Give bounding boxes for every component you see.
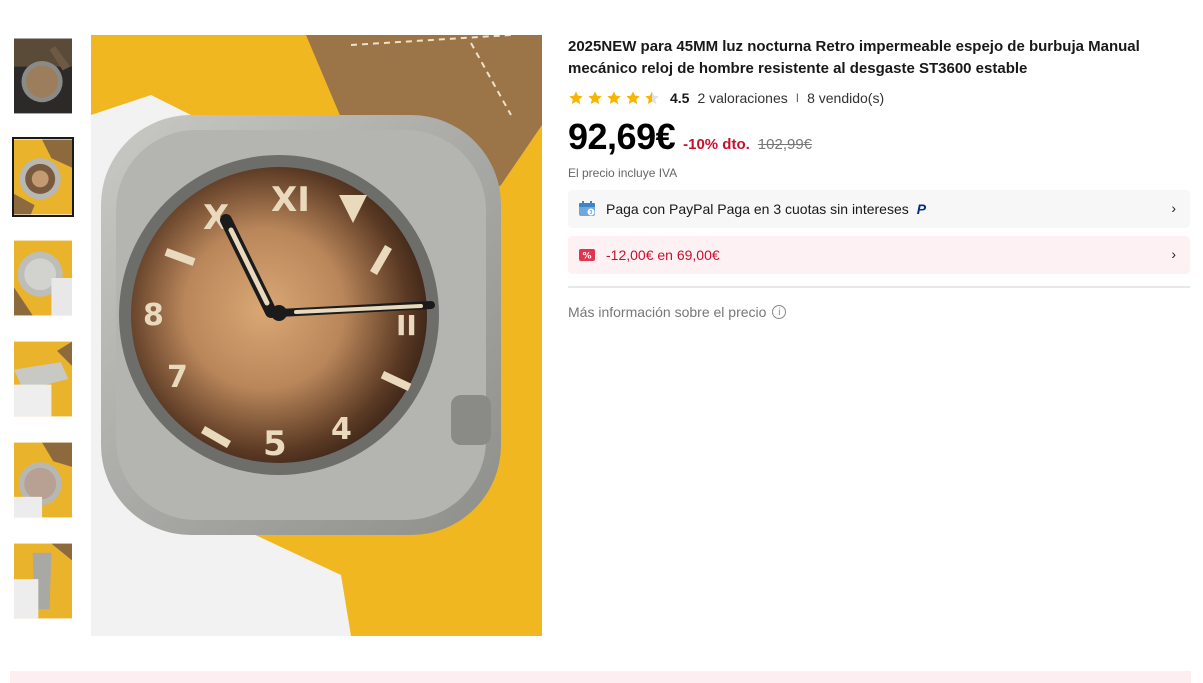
thumbnail-4[interactable] xyxy=(12,339,74,419)
watch-thumbnail-image xyxy=(14,240,72,316)
svg-text:8: 8 xyxy=(143,298,164,333)
chevron-right-icon: › xyxy=(1171,246,1176,262)
paypal-installments-row[interactable]: 3 Paga con PayPal Paga en 3 cuotas sin i… xyxy=(568,190,1190,228)
rating-row: 4.5 2 valoraciones I 8 vendido(s) xyxy=(568,86,1191,110)
svg-text:XI: XI xyxy=(271,180,310,220)
more-info-label: Más información sobre el precio xyxy=(568,304,767,320)
bottom-banner-strip xyxy=(10,671,1191,683)
separator: I xyxy=(795,91,800,105)
thumbnail-gallery xyxy=(12,36,74,642)
discount-badge: -10% dto. xyxy=(683,136,750,153)
more-price-info-link[interactable]: Más información sobre el precio i xyxy=(568,304,1191,320)
info-icon: i xyxy=(772,305,787,319)
svg-text:5: 5 xyxy=(263,424,287,464)
thumbnail-3[interactable] xyxy=(12,238,74,318)
star-rating[interactable] xyxy=(568,90,660,106)
star-icon xyxy=(607,91,621,105)
watch-thumbnail-image xyxy=(14,38,72,114)
paypal-logo-icon: P xyxy=(916,201,927,217)
divider xyxy=(568,286,1190,288)
watch-thumbnail-image xyxy=(14,543,72,619)
calendar-payment-icon: 3 xyxy=(578,200,596,218)
thumbnail-1[interactable] xyxy=(12,36,74,116)
watch-thumbnail-image xyxy=(14,341,72,417)
product-info-panel: 2025NEW para 45MM luz nocturna Retro imp… xyxy=(568,36,1191,320)
coupon-icon: % xyxy=(578,246,596,264)
current-price: 92,69€ xyxy=(568,116,676,157)
star-icon xyxy=(588,91,602,105)
coupon-text: -12,00€ en 69,00€ xyxy=(606,247,720,263)
chevron-right-icon: › xyxy=(1171,200,1176,216)
thumbnail-2[interactable] xyxy=(12,137,74,217)
coupon-row[interactable]: % -12,00€ en 69,00€ › xyxy=(568,236,1190,274)
svg-text:3: 3 xyxy=(589,210,592,216)
main-product-image[interactable]: XI X 8 7 5 4 II xyxy=(91,35,542,636)
coupon-badge: % xyxy=(583,252,592,262)
vat-note: El precio incluye IVA xyxy=(568,166,678,180)
reviews-link[interactable]: 2 valoraciones xyxy=(697,90,787,106)
thumbnail-6[interactable] xyxy=(12,541,74,621)
thumbnail-5[interactable] xyxy=(12,440,74,520)
product-title: 2025NEW para 45MM luz nocturna Retro imp… xyxy=(568,38,1140,77)
watch-thumbnail-image xyxy=(14,139,72,215)
star-icon xyxy=(626,91,640,105)
svg-text:II: II xyxy=(396,309,417,342)
svg-text:4: 4 xyxy=(331,412,352,447)
watch-illustration: XI X 8 7 5 4 II xyxy=(91,35,542,636)
original-price: 102,99€ xyxy=(757,136,813,153)
watch-thumbnail-image xyxy=(14,442,72,518)
rating-value: 4.5 xyxy=(670,90,690,106)
sold-count: 8 vendido(s) xyxy=(807,90,885,106)
paypal-text: Paga con PayPal Paga en 3 cuotas sin int… xyxy=(606,201,909,217)
half-star-icon xyxy=(645,91,659,105)
star-icon xyxy=(569,91,583,105)
price-row: 92,69€ -10% dto. 102,99€ xyxy=(568,116,1191,158)
svg-text:7: 7 xyxy=(167,360,188,395)
